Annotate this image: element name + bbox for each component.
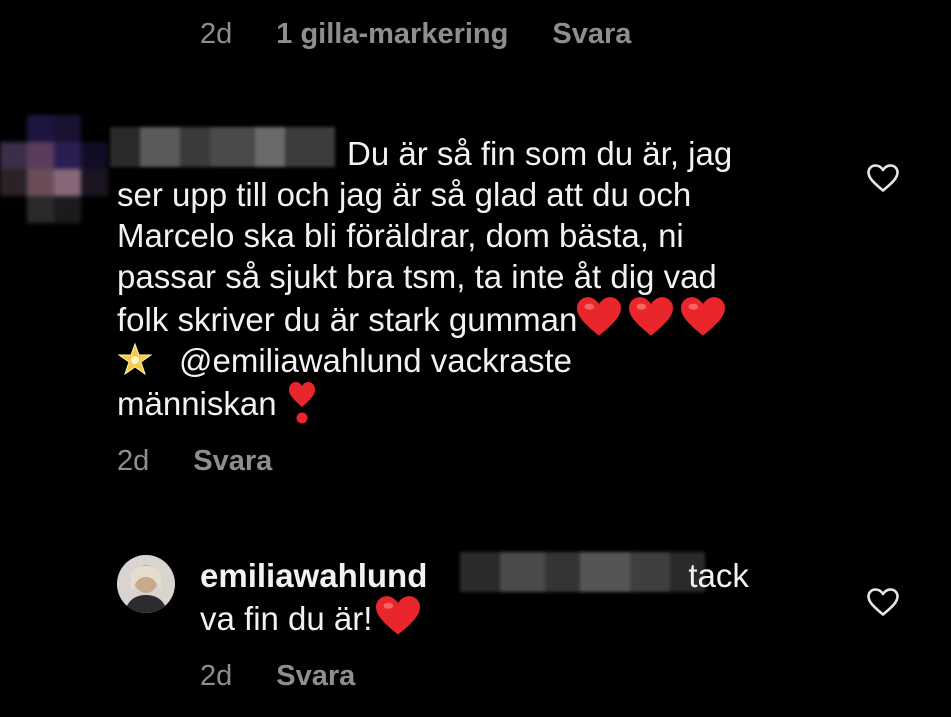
red-heart-emoji [681,297,726,336]
reply-button[interactable]: Svara [193,445,272,478]
comment-line-5: folk skriver du är stark gumman [117,297,733,340]
reply-button[interactable]: Svara [276,660,355,693]
reply-username[interactable]: emiliawahlund [200,557,427,594]
avatar[interactable] [0,115,110,230]
reply-meta: 2d Svara [200,660,355,693]
comment-line-2: ser upp till och jag är så glad att du o… [117,176,692,213]
like-count[interactable]: 1 gilla-markering [276,18,508,51]
reply-timestamp: 2d [200,660,233,692]
red-heart-emoji [577,297,622,336]
comment-line-1: Du är så fin som du är, jag [347,135,733,172]
reply-button[interactable]: Svara [552,18,631,51]
avatar-photo [117,555,175,613]
comment-timestamp: 2d [117,445,150,477]
glowing-star-emoji [117,342,153,376]
comment-line-6-text: @emiliawahlund vackraste [179,342,573,379]
avatar[interactable] [117,555,175,613]
comment-line-7: människan [117,381,733,425]
reply-text: emiliawahlund tack va fin du är! [200,555,749,639]
red-heart-emoji [376,596,421,635]
reply-line-2: va fin du är! [200,596,749,639]
comment-line-5-text: folk skriver du är stark gumman [117,301,578,338]
comment-text: Du är så fin som du är, jag ser upp till… [117,133,733,425]
reply-line-2-text: va fin du är! [200,600,373,637]
comment-line-4: passar så sjukt bra tsm, ta inte åt dig … [117,258,717,295]
reply-line-1: emiliawahlund tack [200,555,749,596]
comment-meta: 2d Svara [117,445,272,478]
heart-outline-icon[interactable] [866,587,900,617]
red-heart-emoji [629,297,674,336]
heart-outline-icon[interactable] [866,163,900,193]
comment-line-7-text: människan [117,385,277,422]
comment-timestamp: 2d [200,18,233,50]
previous-comment-meta: 2d 1 gilla-markering Svara [200,18,631,51]
comment-line-3: Marcelo ska bli föräldrar, dom bästa, ni [117,217,684,254]
comment-line-6: @emiliawahlund vackraste [117,340,733,381]
heavy-heart-exclamation-emoji [288,382,315,424]
reply-line-1-text: tack [688,557,749,594]
